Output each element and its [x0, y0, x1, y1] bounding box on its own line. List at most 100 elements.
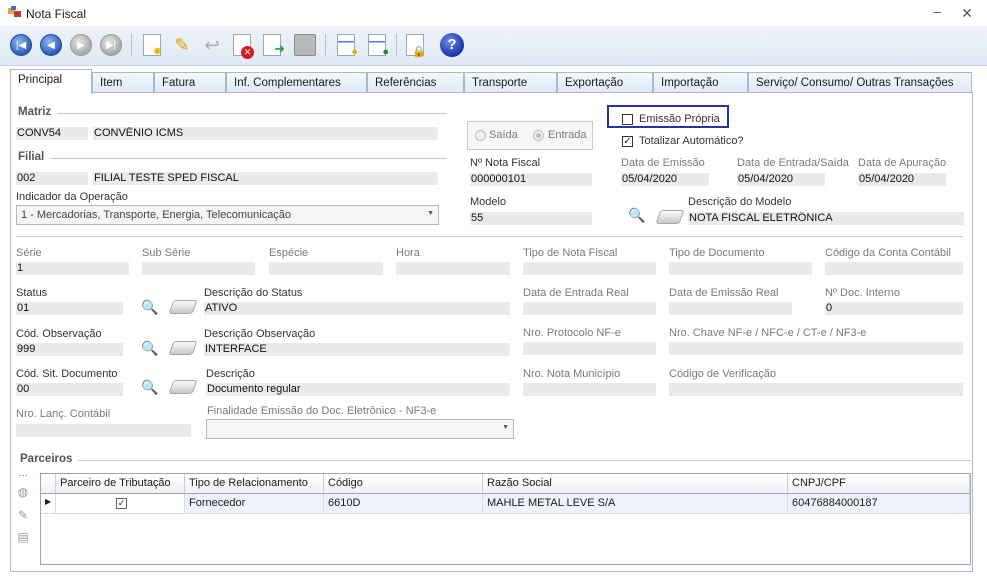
tab-servico-consumo[interactable]: Serviço/ Consumo/ Outras Transações: [748, 72, 972, 93]
more-icon[interactable]: ···: [15, 470, 31, 486]
report-excel-button[interactable]: ●: [364, 32, 390, 58]
tab-referencias[interactable]: Referências: [367, 72, 464, 93]
serie-field[interactable]: 1: [16, 262, 129, 275]
cell-codigo[interactable]: 6610D: [324, 494, 483, 514]
tab-principal[interactable]: Principal: [10, 69, 92, 94]
tab-item[interactable]: Item: [92, 72, 154, 93]
tipo-doc-field[interactable]: [669, 262, 812, 275]
help-button[interactable]: ?: [439, 32, 465, 58]
protocolo-field[interactable]: [523, 342, 656, 355]
emissao-propria-checkbox[interactable]: [622, 114, 633, 125]
subserie-label: Sub Série: [142, 247, 191, 259]
entrada-radio[interactable]: [533, 130, 544, 141]
report-icon: ●: [337, 34, 358, 58]
col-razao-social[interactable]: Razão Social: [483, 474, 788, 494]
report-button[interactable]: ●: [333, 32, 359, 58]
save-button[interactable]: [292, 32, 318, 58]
totalizar-checkbox[interactable]: ✓: [622, 136, 633, 147]
previous-record-button[interactable]: ◀: [38, 32, 64, 58]
search-icon[interactable]: 🔍: [141, 378, 159, 396]
col-cnpj-cpf[interactable]: CNPJ/CPF: [788, 474, 970, 494]
matriz-name-field[interactable]: CONVÊNIO ICMS: [93, 127, 438, 140]
table-row[interactable]: ✓: [56, 494, 185, 514]
data-emissao-field[interactable]: 05/04/2020: [621, 173, 709, 186]
sit-field[interactable]: 00: [16, 383, 123, 396]
chave-field[interactable]: [669, 342, 963, 355]
col-codigo[interactable]: Código: [324, 474, 483, 494]
first-record-button[interactable]: |◀: [8, 32, 34, 58]
close-button[interactable]: ✕: [958, 4, 976, 22]
verificacao-label: Código de Verificação: [669, 368, 777, 380]
new-document-icon: ✸: [143, 34, 162, 58]
hora-field[interactable]: [396, 262, 510, 275]
saida-radio[interactable]: [475, 130, 486, 141]
data-entrada-field[interactable]: 05/04/2020: [737, 173, 825, 186]
indicador-label: Indicador da Operação: [16, 191, 128, 203]
lanc-field[interactable]: [16, 424, 191, 437]
col-tipo-relacionamento[interactable]: Tipo de Relacionamento: [185, 474, 324, 494]
filial-name-field[interactable]: FILIAL TESTE SPED FISCAL: [93, 172, 438, 185]
status-field[interactable]: 01: [16, 302, 123, 315]
new-button[interactable]: ✸: [139, 32, 165, 58]
last-record-button[interactable]: ▶|: [98, 32, 124, 58]
delete-button[interactable]: ✕: [229, 32, 255, 59]
chevron-down-icon: ▼: [502, 424, 509, 431]
tab-importacao[interactable]: Importação: [653, 72, 748, 93]
especie-field[interactable]: [269, 262, 383, 275]
parceiros-grid: Parceiro de Tributação Tipo de Relaciona…: [40, 473, 971, 565]
row-selector-icon[interactable]: ▶: [41, 494, 56, 514]
export-button[interactable]: ➜: [259, 32, 285, 58]
status-desc-field[interactable]: ATIVO: [204, 302, 510, 315]
first-icon: |◀: [10, 34, 32, 56]
subserie-field[interactable]: [142, 262, 255, 275]
section-matriz: Matriz: [18, 106, 52, 118]
tab-exportacao[interactable]: Exportação: [557, 72, 653, 93]
cell-cnpj[interactable]: 60476884000187: [788, 494, 970, 514]
obs-desc-label: Descrição Observação: [204, 328, 316, 340]
edit-row-icon[interactable]: ✎: [15, 508, 31, 524]
municipio-field[interactable]: [523, 383, 656, 396]
edit-button[interactable]: ✎: [169, 32, 195, 58]
minimize-button[interactable]: ‒: [928, 4, 946, 22]
verificacao-field[interactable]: [669, 383, 963, 396]
conta-contabil-label: Código da Conta Contábil: [825, 247, 951, 259]
tab-transporte[interactable]: Transporte: [464, 72, 557, 93]
obs-field[interactable]: 999: [16, 343, 123, 356]
tab-inf-complementares[interactable]: Inf. Complementares: [226, 72, 367, 93]
data-apuracao-field[interactable]: 05/04/2020: [858, 173, 946, 186]
col-parceiro-tributacao[interactable]: Parceiro de Tributação: [56, 474, 185, 494]
delete-row-icon[interactable]: ▤: [15, 530, 31, 546]
search-icon[interactable]: 🔍: [628, 206, 646, 224]
lock-button[interactable]: 🔒: [402, 32, 428, 58]
hora-label: Hora: [396, 247, 420, 259]
section-filial: Filial: [18, 151, 45, 163]
modelo-desc-field[interactable]: NOTA FISCAL ELETRÔNICA: [688, 212, 964, 225]
serie-label: Série: [16, 247, 42, 259]
matriz-code-field[interactable]: CONV54: [16, 127, 88, 140]
indicador-value: 1 - Mercadorias, Transporte, Energia, Te…: [21, 209, 292, 221]
last-icon: ▶|: [100, 34, 122, 56]
finalidade-select[interactable]: ▼: [206, 419, 514, 439]
search-icon[interactable]: 🔍: [141, 339, 159, 357]
entrada-real-field[interactable]: [523, 302, 656, 315]
doc-interno-field[interactable]: 0: [825, 302, 963, 315]
cell-tipo[interactable]: Fornecedor: [185, 494, 324, 514]
tipo-nf-field[interactable]: [523, 262, 656, 275]
cell-razao[interactable]: MAHLE METAL LEVE S/A: [483, 494, 788, 514]
next-record-button[interactable]: ▶: [68, 32, 94, 58]
conta-contabil-field[interactable]: [825, 262, 963, 275]
tab-fatura[interactable]: Fatura: [154, 72, 226, 93]
indicador-select[interactable]: 1 - Mercadorias, Transporte, Energia, Te…: [16, 205, 439, 225]
search-icon[interactable]: 🔍: [141, 298, 159, 316]
obs-desc-field[interactable]: INTERFACE: [204, 343, 510, 356]
add-row-icon[interactable]: ◍: [15, 485, 31, 501]
tipo-nf-label: Tipo de Nota Fiscal: [523, 247, 618, 259]
undo-button[interactable]: ↩: [199, 32, 225, 58]
parceiro-tributacao-checkbox[interactable]: ✓: [116, 498, 127, 509]
nota-field[interactable]: 000000101: [470, 173, 592, 186]
emissao-real-field[interactable]: [669, 302, 792, 315]
sit-desc-field[interactable]: Documento regular: [206, 383, 510, 396]
modelo-field[interactable]: 55: [470, 212, 592, 225]
filial-code-field[interactable]: 002: [16, 172, 88, 185]
chave-label: Nro. Chave NF-e / NFC-e / CT-e / NF3-e: [669, 327, 867, 339]
